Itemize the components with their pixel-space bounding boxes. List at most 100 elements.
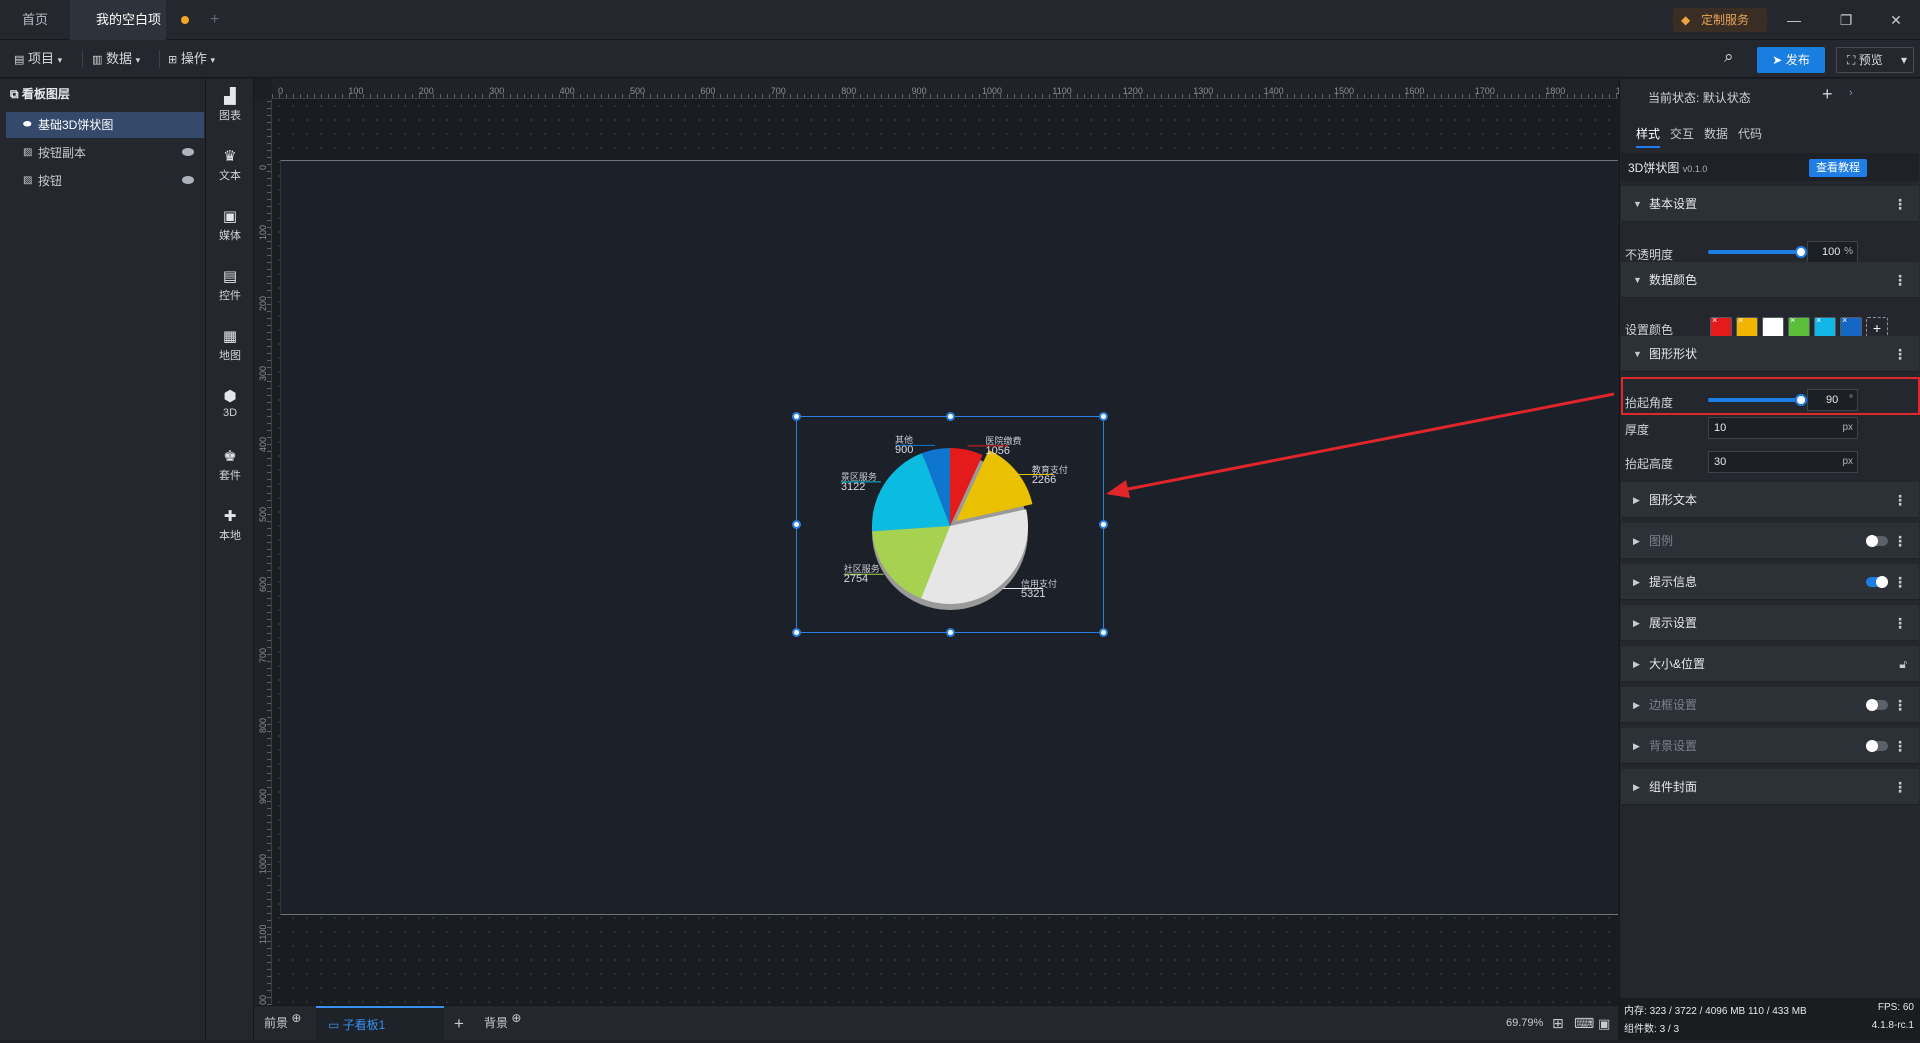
tab-interaction[interactable]: 交互: [1670, 125, 1694, 142]
section-shape[interactable]: ▼ 图形形状 ⋮: [1621, 336, 1919, 372]
opacity-input[interactable]: 100 %: [1807, 241, 1858, 263]
section-shape-text[interactable]: ▶ 图形文本 ⋮: [1621, 482, 1919, 518]
tooltip-toggle[interactable]: [1866, 576, 1888, 588]
memory-value-2: 110 / 433 MB: [1747, 1006, 1807, 1017]
more-icon[interactable]: ⋮: [1893, 687, 1907, 723]
fit-screen-icon[interactable]: ⊞: [1552, 1006, 1564, 1041]
menu-operation[interactable]: ⊞ 操作 ▾: [168, 48, 215, 70]
tab-foreground[interactable]: 前景 ⊕: [264, 1006, 301, 1041]
section-border[interactable]: ▶ 边框设置 ⋮: [1621, 687, 1919, 723]
section-background[interactable]: ▶ 背景设置 ⋮: [1621, 728, 1919, 764]
remove-color-icon[interactable]: ×: [1712, 315, 1717, 325]
eye-hidden-icon[interactable]: [182, 176, 194, 184]
opacity-slider[interactable]: [1708, 246, 1807, 258]
selection-box[interactable]: [792, 412, 1108, 637]
remove-color-icon[interactable]: ×: [1842, 315, 1847, 325]
more-icon[interactable]: ⋮: [1893, 523, 1907, 559]
menu-data[interactable]: ▥ 数据 ▾: [92, 48, 140, 70]
resize-handle-w[interactable]: [792, 520, 801, 529]
lift-height-input[interactable]: 30 px: [1708, 451, 1858, 473]
more-icon[interactable]: ⋮: [1893, 186, 1907, 222]
resize-handle-n[interactable]: [946, 412, 955, 421]
component-label: 媒体: [219, 230, 241, 242]
more-icon[interactable]: ⋮: [1893, 605, 1907, 641]
more-icon[interactable]: ⋮: [1893, 336, 1907, 372]
component-chart[interactable]: ▟ 图表: [206, 89, 254, 123]
border-toggle[interactable]: [1866, 699, 1888, 711]
section-size-position[interactable]: ▶ 大小&位置 🔓︎: [1621, 646, 1919, 682]
ruler-tick-label: 1300: [1193, 86, 1214, 96]
section-data-color[interactable]: ▼ 数据颜色 ⋮: [1621, 262, 1919, 298]
chevron-down-icon: ▾: [1900, 53, 1907, 67]
section-label: 图形文本: [1649, 493, 1698, 507]
tab-my-project[interactable]: 我的空白项目: [70, 0, 166, 67]
section-cover[interactable]: ▶ 组件封面 ⋮: [1621, 769, 1919, 805]
tab-data[interactable]: 数据: [1704, 125, 1728, 142]
layer-item-button-copy[interactable]: ▨ 按钮副本: [6, 140, 204, 166]
section-tooltip[interactable]: ▶ 提示信息 ⋮: [1621, 564, 1919, 600]
component-kit[interactable]: ♚ 套件: [206, 449, 254, 483]
chart-icon: ▟: [224, 88, 236, 105]
terminal-icon[interactable]: ▣: [1598, 1006, 1610, 1041]
keyboard-icon[interactable]: ⌨: [1574, 1006, 1594, 1041]
lock-icon[interactable]: 🔓︎: [1899, 646, 1907, 682]
publish-button[interactable]: ➤ 发布: [1757, 47, 1825, 73]
minimize-button[interactable]: —: [1774, 0, 1814, 40]
more-icon[interactable]: ⋮: [1893, 262, 1907, 298]
zoom-level[interactable]: 69.79%: [1506, 1006, 1543, 1041]
section-legend[interactable]: ▶ 图例 ⋮: [1621, 523, 1919, 559]
menu-project[interactable]: ▤ 项目 ▾: [14, 48, 62, 70]
section-basic[interactable]: ▼ 基本设置 ⋮: [1621, 186, 1919, 222]
remove-color-icon[interactable]: ×: [1816, 315, 1821, 325]
resize-handle-nw[interactable]: [792, 412, 801, 421]
section-label: 提示信息: [1649, 575, 1698, 589]
more-icon[interactable]: ⋮: [1893, 728, 1907, 764]
tab-style[interactable]: 样式: [1636, 125, 1661, 148]
legend-toggle[interactable]: [1866, 535, 1888, 547]
resize-handle-se[interactable]: [1099, 628, 1108, 637]
preview-button[interactable]: ⛶ 预览 ▾: [1836, 47, 1914, 73]
background-toggle[interactable]: [1866, 740, 1888, 752]
layer-item-button[interactable]: ▨ 按钮: [6, 168, 204, 194]
chevron-right-icon[interactable]: ›: [1849, 87, 1853, 99]
ruler-tick-label: 900: [911, 86, 927, 96]
thickness-input[interactable]: 10 px: [1708, 417, 1858, 439]
opacity-slider-knob[interactable]: [1795, 246, 1807, 258]
add-circle-icon[interactable]: ⊕: [511, 1011, 521, 1025]
more-icon[interactable]: ⋮: [1893, 564, 1907, 600]
remove-color-icon[interactable]: ×: [1790, 315, 1795, 325]
tab-background[interactable]: 背景 ⊕: [484, 1006, 521, 1041]
add-circle-icon[interactable]: ⊕: [291, 1011, 301, 1025]
eye-hidden-icon[interactable]: [182, 148, 194, 156]
section-display[interactable]: ▶ 展示设置 ⋮: [1621, 605, 1919, 641]
tab-subboard[interactable]: ▭ 子看板1: [316, 1006, 444, 1041]
tab-code[interactable]: 代码: [1738, 125, 1762, 142]
remove-color-icon[interactable]: ×: [1764, 315, 1769, 325]
more-icon[interactable]: ⋮: [1893, 769, 1907, 805]
component-3d[interactable]: ⬢ 3D: [206, 389, 254, 420]
add-state-icon[interactable]: +: [1822, 84, 1833, 105]
custom-service-button[interactable]: ◆ 定制服务: [1673, 8, 1767, 32]
toggle-knob: [1866, 535, 1878, 547]
component-local[interactable]: ✚ 本地: [206, 509, 254, 543]
resize-handle-sw[interactable]: [792, 628, 801, 637]
tab-home[interactable]: 首页: [0, 0, 70, 40]
component-text[interactable]: ♛ 文本: [206, 149, 254, 183]
fps-status: FPS: 60: [1878, 1002, 1914, 1013]
remove-color-icon[interactable]: ×: [1738, 315, 1743, 325]
add-board-button[interactable]: +: [454, 1006, 464, 1041]
state-value[interactable]: 默认状态: [1703, 91, 1751, 105]
component-media[interactable]: ▣ 媒体: [206, 209, 254, 243]
search-icon[interactable]: ⌕: [1724, 46, 1734, 68]
close-button[interactable]: ✕: [1876, 0, 1916, 40]
new-tab-button[interactable]: +: [210, 0, 230, 40]
restore-button[interactable]: ❐: [1826, 0, 1866, 40]
component-control[interactable]: ▤ 控件: [206, 269, 254, 303]
resize-handle-e[interactable]: [1099, 520, 1108, 529]
component-map[interactable]: ▦ 地图: [206, 329, 254, 363]
view-tutorial-button[interactable]: 查看教程: [1809, 159, 1867, 177]
image-layer-icon: ▨: [23, 147, 33, 158]
resize-handle-s[interactable]: [946, 628, 955, 637]
more-icon[interactable]: ⋮: [1893, 482, 1907, 518]
layer-item-3d-pie[interactable]: ⬬ 基础3D饼状图: [6, 112, 204, 138]
